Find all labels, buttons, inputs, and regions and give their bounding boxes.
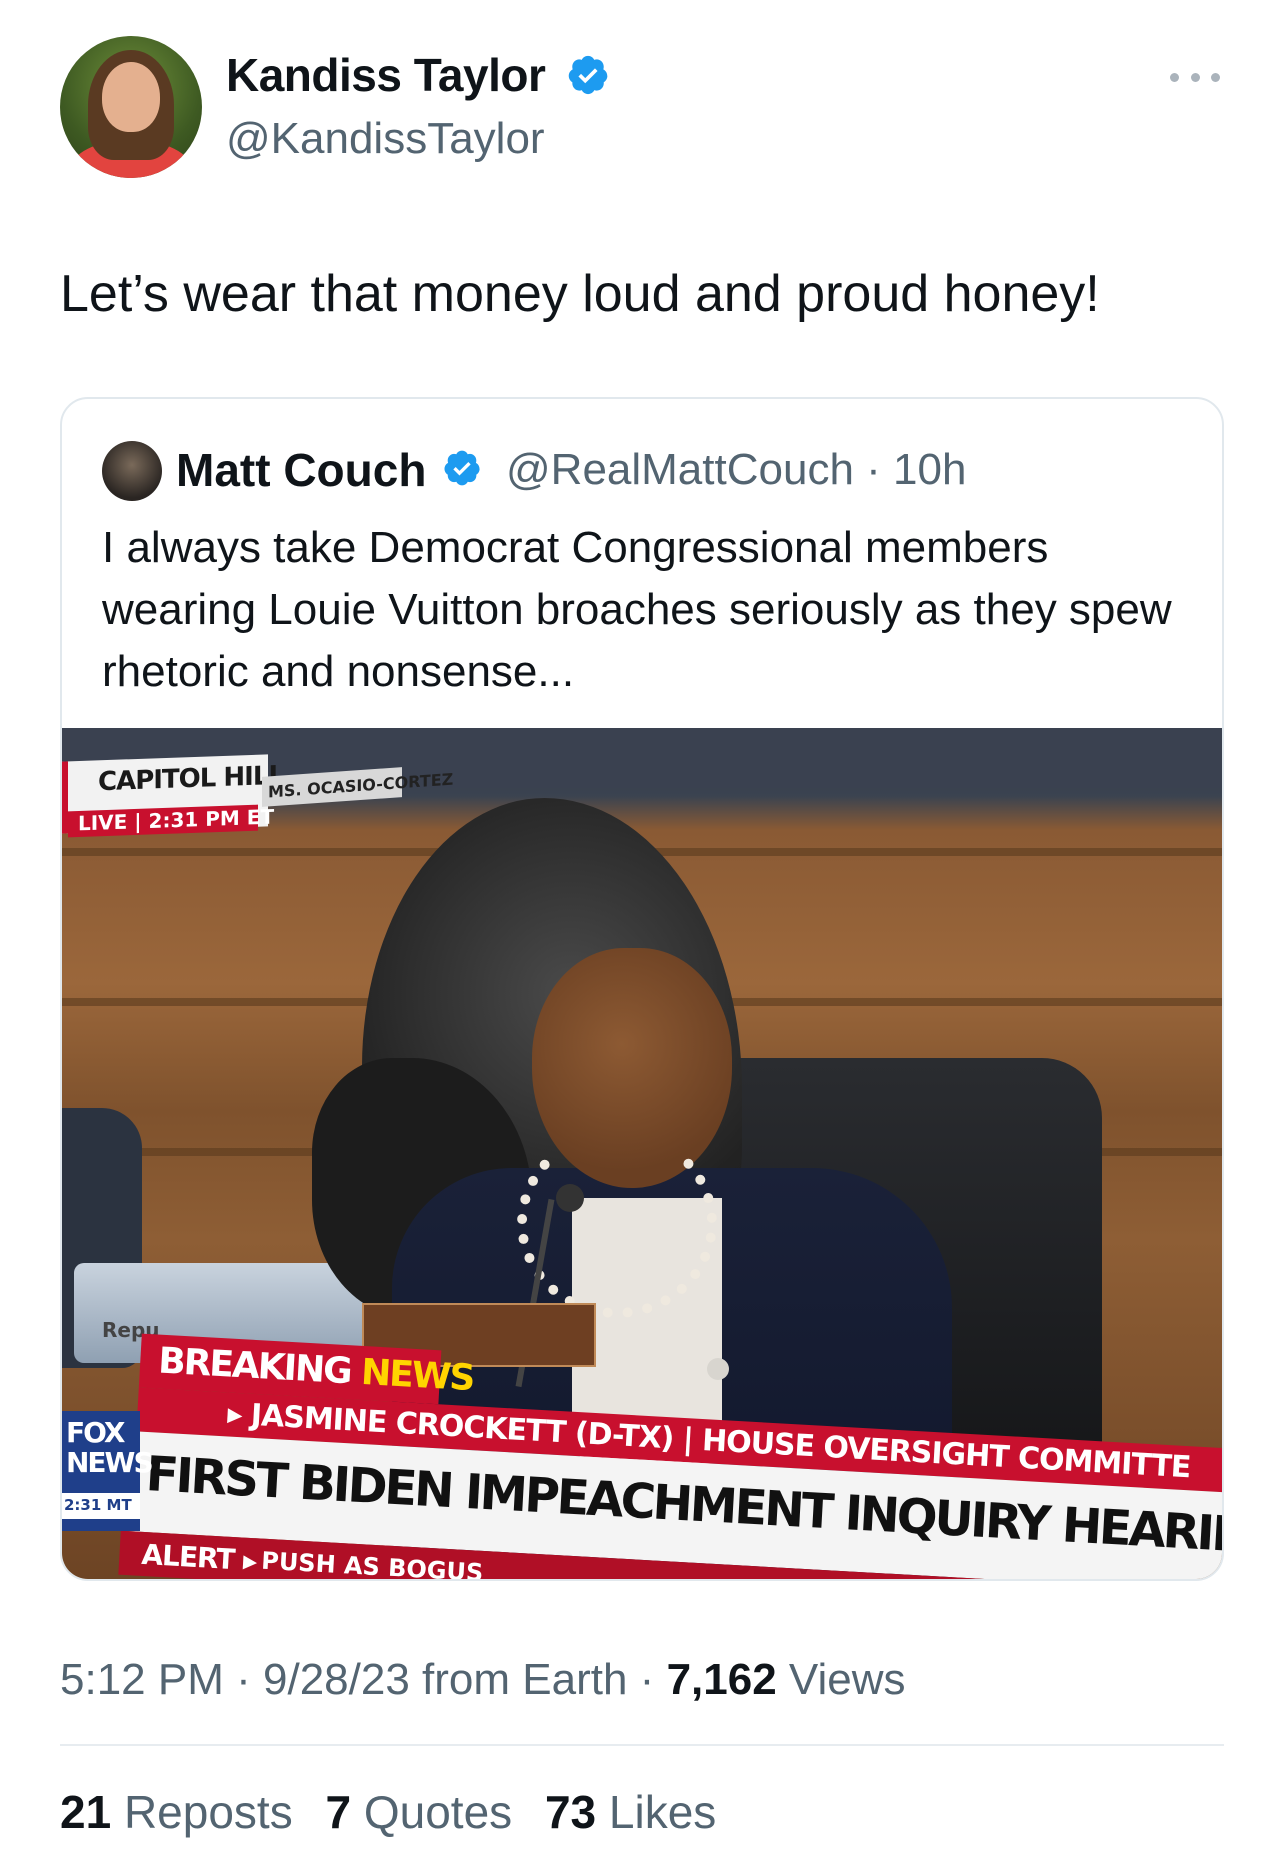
tweet-source: from Earth [422,1655,628,1704]
quotes-link[interactable]: 7 Quotes [325,1786,512,1838]
alert-label: ALERT ▸ [140,1537,258,1578]
tweet-time[interactable]: 5:12 PM [60,1655,224,1704]
quoted-age: 10h [893,445,967,494]
meta-separator: · [639,1655,655,1704]
views-label: Views [788,1655,906,1704]
more-options-icon[interactable] [1170,62,1220,92]
microphone-head [556,1184,584,1212]
logo-line: FOX [66,1416,126,1449]
avatar-face [102,62,160,132]
quoted-author-name: Matt Couch [176,444,427,496]
quotes-label: Quotes [363,1786,513,1838]
logo-time: 2:31 MT [64,1496,132,1514]
reposts-link[interactable]: 21 Reposts [60,1786,293,1838]
dot [1170,72,1179,82]
fox-news-logo-text: FOX NEWS [66,1416,154,1479]
divider [60,1744,1224,1746]
quoted-tweet-card[interactable]: Matt Couch @RealMattCouch · 10h I always… [60,397,1224,1581]
tweet-meta: 5:12 PM · 9/28/23 from Earth · 7,162 Vie… [60,1655,905,1705]
quoted-tweet-text: I always take Democrat Congressional mem… [102,523,1172,696]
tweet-date[interactable]: 9/28/23 [263,1655,410,1704]
likes-count: 73 [544,1786,597,1838]
dot [1211,72,1220,82]
tweet: Kandiss Taylor @KandissTaylor Let’s wear… [0,0,1284,1862]
likes-link[interactable]: 73 Likes [545,1786,716,1838]
reposts-count: 21 [60,1786,112,1838]
engagement-stats: 21 Reposts 7 Quotes 73 Likes [60,1785,716,1839]
views-count: 7,162 [666,1655,777,1704]
tweet-text: Let’s wear that money loud and proud hon… [60,265,1100,323]
verified-badge-icon [568,55,608,95]
logo-line: NEWS [66,1446,154,1479]
quoted-meta: @RealMattCouch · 10h [506,445,966,495]
quotes-count: 7 [325,1786,352,1838]
likes-label: Likes [608,1786,717,1838]
dot [1190,72,1200,82]
quoted-author-avatar [102,441,162,501]
news-screenshot-image[interactable]: Repu CAPITOL HILL LIVE | 2:31 PM ET MS. … [62,728,1222,1579]
meta-separator: · [236,1655,251,1704]
author-handle[interactable]: @KandissTaylor [226,114,545,164]
reposts-label: Reposts [123,1786,293,1838]
author-avatar[interactable] [60,36,202,178]
verified-badge-icon [444,450,480,486]
news-word: NEWS [360,1351,475,1400]
meta-separator: · [866,445,881,494]
author-name[interactable]: Kandiss Taylor [226,48,546,102]
quoted-author-handle: @RealMattCouch [506,445,854,494]
